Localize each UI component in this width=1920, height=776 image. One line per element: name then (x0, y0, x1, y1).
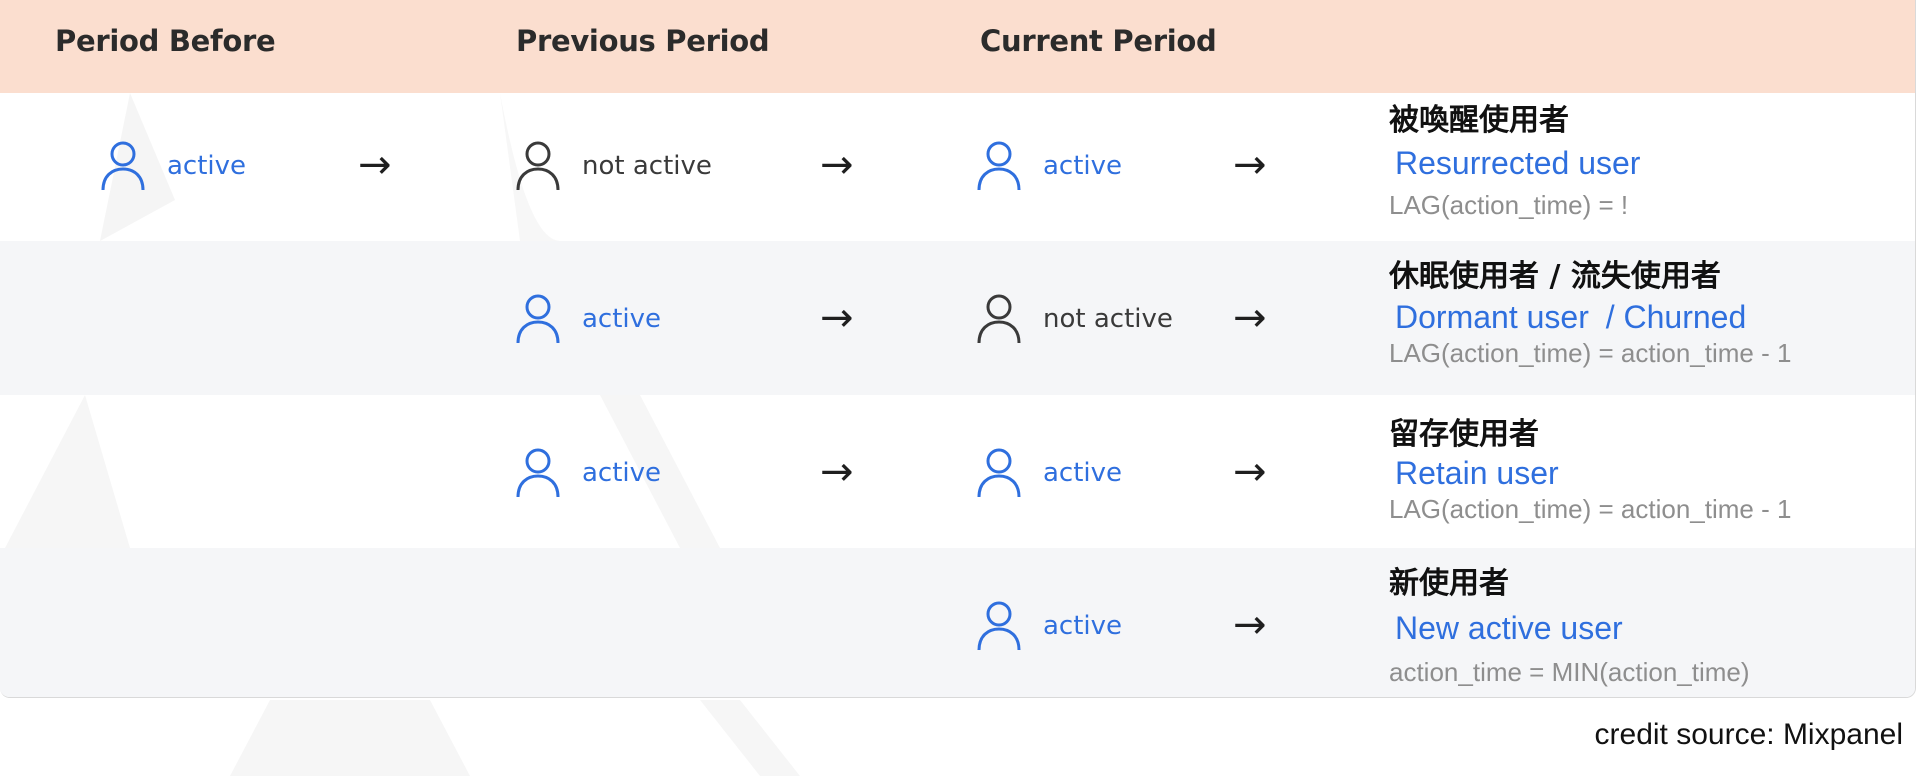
header-current-period: Current Period (980, 24, 1217, 58)
outcome-title-en: Resurrected user (1395, 145, 1641, 181)
outcome-title-dormant: Dormant user (1395, 299, 1589, 335)
table-row-new: active → 新使用者 New active user action_tim… (0, 548, 1915, 697)
user-state-current-period: active (976, 445, 1122, 501)
outcome-title-zh: 新使用者 (1389, 566, 1509, 601)
outcome-title-en: Dormant user / Churned (1395, 299, 1791, 336)
outcome-new: 新使用者 New active user action_time = MIN(a… (1389, 558, 1750, 688)
state-label: not active (1043, 304, 1173, 334)
user-state-period-before: active (100, 138, 246, 194)
header-previous-period: Previous Period (516, 24, 770, 58)
table-row-dormant: active → not active → 休眠使用者 / 流失使用者 Dorm… (0, 241, 1915, 395)
state-label: not active (582, 151, 712, 181)
table-header: Period Before Previous Period Current Pe… (0, 0, 1915, 93)
user-icon (516, 294, 560, 344)
arrow-right-icon: → (1233, 602, 1267, 648)
user-lifecycle-table: Period Before Previous Period Current Pe… (0, 0, 1916, 698)
arrow-right-icon: → (1233, 142, 1267, 188)
state-label: active (582, 458, 662, 488)
outcome-title-zh: 被喚醒使用者 (1389, 103, 1569, 138)
user-icon (977, 601, 1021, 651)
user-icon (977, 448, 1021, 498)
outcome-title-en: Retain user (1395, 455, 1559, 491)
credit-source: credit source: Mixpanel (1594, 718, 1903, 751)
outcome-title-en: New active user (1395, 610, 1623, 646)
arrow-right-icon: → (1233, 449, 1267, 495)
arrow-right-icon: → (820, 295, 854, 341)
user-icon (101, 141, 145, 191)
user-icon (516, 141, 560, 191)
header-period-before: Period Before (55, 24, 276, 58)
outcome-title-zh: 休眠使用者 / 流失使用者 (1389, 259, 1721, 294)
outcome-resurrected: 被喚醒使用者 Resurrected user LAG(action_time)… (1389, 95, 1640, 221)
state-label: active (167, 151, 247, 181)
user-state-previous-period: active (515, 445, 661, 501)
user-icon (977, 294, 1021, 344)
outcome-title-zh: 留存使用者 (1389, 417, 1539, 452)
user-state-previous-period: not active (515, 138, 712, 194)
outcome-formula: LAG(action_time) = action_time - 1 (1389, 338, 1792, 368)
outcome-formula: LAG(action_time) = action_time - 1 (1389, 494, 1792, 524)
user-state-current-period: active (976, 598, 1122, 654)
table-row-resurrected: active → not active → active → 被喚醒使用者 Re… (0, 93, 1915, 241)
state-label: active (582, 304, 662, 334)
state-label: active (1043, 611, 1123, 641)
user-state-current-period: active (976, 138, 1122, 194)
arrow-right-icon: → (820, 449, 854, 495)
outcome-retained: 留存使用者 Retain user LAG(action_time) = act… (1389, 409, 1791, 525)
state-label: active (1043, 151, 1123, 181)
table-row-retained: active → active → 留存使用者 Retain user LAG(… (0, 395, 1915, 548)
user-icon (516, 448, 560, 498)
arrow-right-icon: → (1233, 295, 1267, 341)
user-state-current-period: not active (976, 291, 1173, 347)
outcome-formula: action_time = MIN(action_time) (1389, 657, 1750, 687)
state-label: active (1043, 458, 1123, 488)
arrow-right-icon: → (358, 142, 392, 188)
outcome-title-churned: / Churned (1605, 299, 1747, 335)
user-state-previous-period: active (515, 291, 661, 347)
outcome-formula: LAG(action_time) = ! (1389, 190, 1629, 220)
user-icon (977, 141, 1021, 191)
outcome-dormant: 休眠使用者 / 流失使用者 Dormant user / Churned LAG… (1389, 251, 1791, 369)
arrow-right-icon: → (820, 142, 854, 188)
